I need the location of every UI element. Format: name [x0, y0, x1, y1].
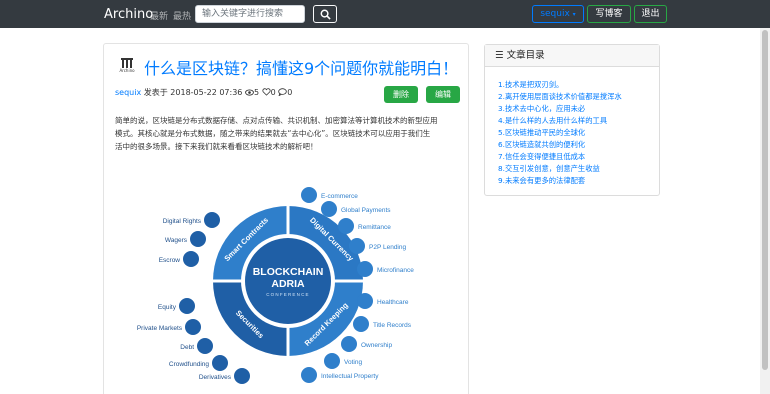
list-icon: ☰ [495, 50, 504, 61]
right-item: Healthcare [377, 299, 409, 306]
logout-button[interactable]: 退出 [634, 5, 667, 23]
right-item: Title Records [373, 322, 412, 329]
global-payments-icon [321, 201, 337, 217]
search-button[interactable] [313, 5, 337, 23]
left-item: Private Markets [137, 325, 183, 332]
microfinance-icon [357, 261, 373, 277]
ecommerce-icon [301, 187, 317, 203]
toc-title: 文章目录 [506, 50, 545, 61]
paragraph-line: 活中的很多场景。接下来我们就来看看区块链技术的解析吧！ [115, 141, 318, 151]
left-item: Crowdfunding [169, 361, 209, 368]
publish-date: 2018-05-22 07:36 [170, 88, 243, 97]
write-blog-button[interactable]: 写博客 [587, 5, 631, 23]
equity-icon [179, 298, 195, 314]
article-meta: sequix 发表于 2018-05-22 07:36 5 0 0 [115, 87, 292, 98]
right-item: Microfinance [377, 267, 414, 274]
derivatives-icon [234, 368, 250, 384]
comment-count: 0 [287, 88, 293, 97]
heart-icon[interactable] [262, 88, 271, 96]
toc-item[interactable]: 6.区块链造就共创的便利化 [498, 139, 622, 151]
delete-button[interactable]: 删除 [384, 86, 418, 103]
p2p-lending-icon [349, 238, 365, 254]
left-item: Debt [180, 344, 194, 351]
top-navbar: Archino 最新 最热 sequix ▾ 写博客 退出 [0, 0, 770, 28]
toc-item[interactable]: 1.技术是把双刃剑。 [498, 79, 622, 91]
nav-latest[interactable]: 最新 [150, 9, 168, 22]
ownership-icon [341, 336, 357, 352]
comment-icon[interactable] [278, 88, 287, 96]
logo-text: Archino [119, 68, 135, 73]
scrollbar-thumb[interactable] [762, 30, 768, 370]
debt-icon [197, 338, 213, 354]
right-item: P2P Lending [369, 244, 406, 251]
search-input[interactable] [195, 5, 305, 23]
toc-item[interactable]: 4.是什么样的人去用什么样的工具 [498, 115, 622, 127]
archino-logo-icon [121, 58, 133, 68]
right-item: Intellectual Property [321, 373, 379, 380]
edit-button[interactable]: 编辑 [426, 86, 460, 103]
left-item: Derivatives [199, 374, 232, 381]
right-item: E-commerce [321, 193, 358, 200]
article-title: 什么是区块链？搞懂这9个问题你就能明白！ [144, 59, 459, 78]
right-item: Voting [344, 359, 362, 366]
brand-link[interactable]: Archino [104, 7, 153, 22]
intellectual-property-icon [301, 367, 317, 383]
chevron-down-icon: ▾ [572, 11, 576, 18]
toc-item[interactable]: 5.区块链推动平民的全球化 [498, 127, 622, 139]
user-dropdown-label: sequix [540, 9, 570, 19]
left-item: Wagers [165, 237, 188, 244]
published-label: 发表于 [143, 88, 168, 97]
eye-icon [245, 89, 254, 96]
title-records-icon [353, 316, 369, 332]
left-item: Equity [158, 304, 177, 311]
article-content: 简单的说，区块链是分布式数据存储、点对点传输、共识机制、加密算法等计算机技术的新… [115, 115, 463, 153]
toc-item[interactable]: 7.信任会变得便捷且低成本 [498, 151, 622, 163]
author-link[interactable]: sequix [115, 88, 141, 97]
paragraph-line: 简单的说，区块链是分布式数据存储、点对点传输、共识机制、加密算法等计算机技术的新… [115, 116, 438, 125]
like-count: 0 [270, 88, 276, 97]
right-item: Global Payments [341, 207, 391, 214]
toc-list: 1.技术是把双刃剑。 2.离开使用层面谈技术价值都是搅浑水 3.技术去中心化，应… [498, 79, 622, 187]
search-icon [320, 9, 331, 20]
right-item: Ownership [361, 342, 392, 349]
view-count: 5 [253, 88, 260, 97]
toc-item[interactable]: 8.交互引发创意，创意产生收益 [498, 163, 622, 175]
blockchain-applications-figure: BLOCKCHAIN ADRIA CONFERENCE Smart Contra… [137, 187, 414, 384]
figure-center-title: BLOCKCHAIN [253, 266, 324, 278]
healthcare-icon [357, 293, 373, 309]
figure-center-subtitle: CONFERENCE [266, 292, 310, 297]
remittance-icon [338, 218, 354, 234]
paragraph-line: 模式。其核心就是分布式数据，随之带来的结果就去“去中心化”。区块链技术可以应用于… [115, 128, 431, 138]
toc-item[interactable]: 9.未来会有更多的法律配套 [498, 175, 622, 187]
private-markets-icon [185, 319, 201, 335]
digital-rights-icon [204, 212, 220, 228]
figure-center-title-2: ADRIA [271, 278, 305, 290]
article-card: Archino 什么是区块链？搞懂这9个问题你就能明白！ sequix 发表于 … [103, 43, 469, 394]
toc-item[interactable]: 2.离开使用层面谈技术价值都是搅浑水 [498, 91, 622, 103]
escrow-icon [183, 251, 199, 267]
left-item: Escrow [159, 257, 181, 264]
voting-icon [324, 353, 340, 369]
toc-card: ☰ 文章目录 1.技术是把双刃剑。 2.离开使用层面谈技术价值都是搅浑水 3.技… [484, 44, 660, 196]
user-dropdown[interactable]: sequix ▾ [532, 5, 584, 23]
toc-header: ☰ 文章目录 [485, 45, 659, 67]
toc-item[interactable]: 3.技术去中心化，应用未必 [498, 103, 622, 115]
wagers-icon [190, 231, 206, 247]
right-item: Remittance [358, 224, 391, 231]
left-item: Digital Rights [163, 218, 202, 225]
nav-hot[interactable]: 最热 [173, 9, 191, 22]
crowdfunding-icon [212, 355, 228, 371]
